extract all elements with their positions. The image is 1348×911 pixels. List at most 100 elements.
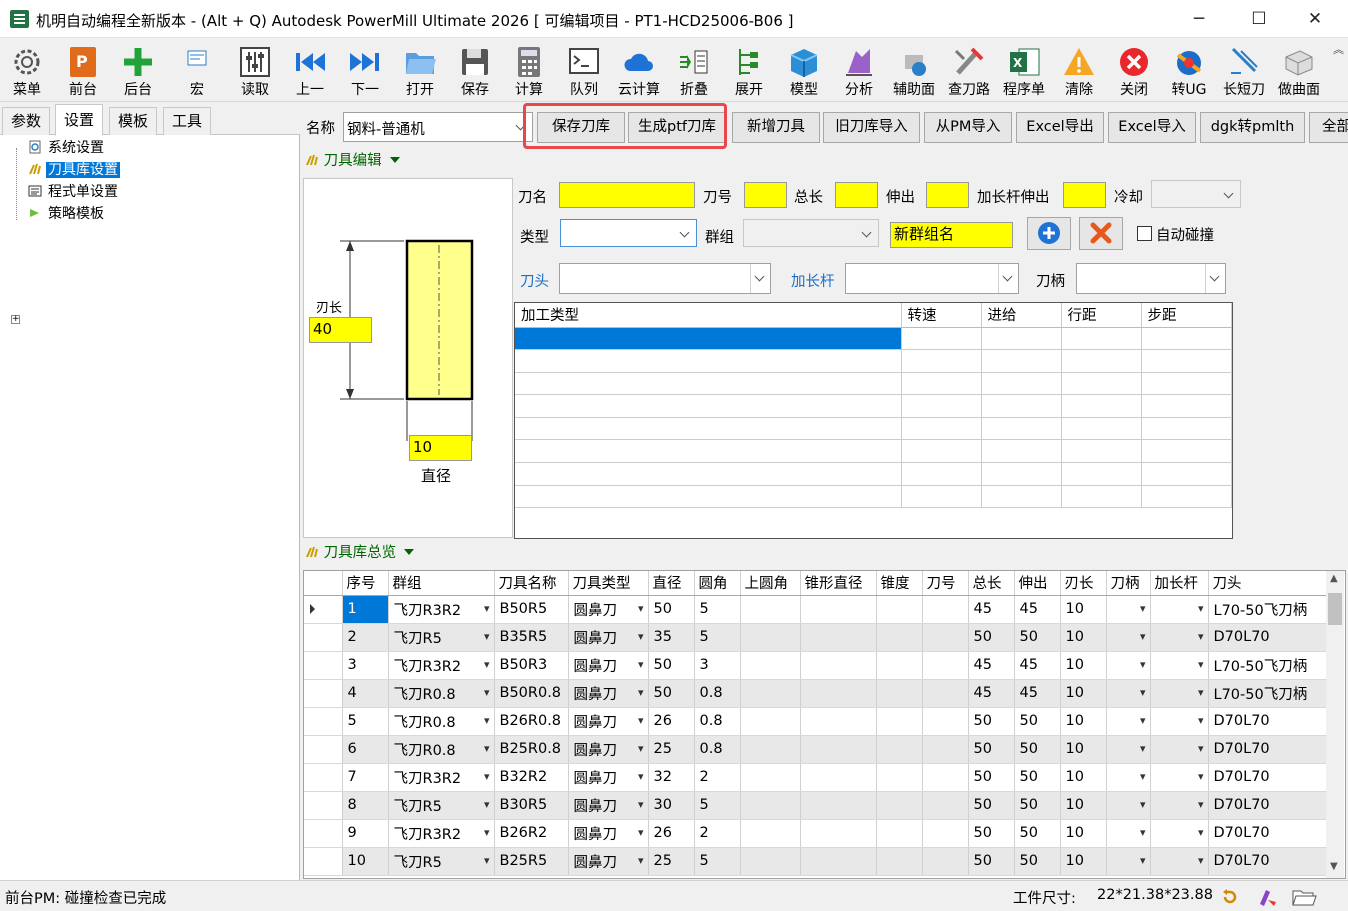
process-cell[interactable] [981, 417, 1062, 441]
toolbar-button-19[interactable]: X 程序单 [997, 42, 1051, 100]
table-cell[interactable]: D70L70 [1208, 763, 1329, 792]
table-cell[interactable]: 圆鼻刀 [568, 651, 649, 680]
toolbar-button-18[interactable]: 查刀路 [942, 42, 996, 100]
paint-tool-icon[interactable] [1256, 886, 1280, 908]
table-cell[interactable] [1106, 595, 1151, 624]
vertical-scrollbar[interactable]: ▲ ▼ [1326, 571, 1344, 878]
process-cell[interactable] [1061, 439, 1142, 464]
process-cell[interactable] [1061, 349, 1142, 373]
table-cell[interactable]: 2 [342, 623, 389, 652]
extension-select[interactable] [845, 263, 1019, 294]
row-header[interactable] [304, 819, 343, 848]
column-header[interactable]: 群组 [388, 571, 495, 596]
table-cell[interactable]: D70L70 [1208, 791, 1329, 820]
table-cell[interactable] [800, 791, 877, 820]
table-cell[interactable] [876, 679, 923, 708]
process-row[interactable] [515, 349, 1232, 373]
toolbar-button-17[interactable]: 辅助面 [887, 42, 941, 100]
table-cell[interactable] [876, 735, 923, 764]
table-cell[interactable]: B50R5 [494, 595, 569, 624]
stickout-input[interactable] [926, 182, 969, 208]
library-name-select[interactable]: 钢料-普通机 [343, 112, 533, 142]
process-cell[interactable] [1061, 394, 1142, 418]
table-cell[interactable]: 50 [1014, 791, 1061, 820]
table-cell[interactable]: 圆鼻刀 [568, 595, 649, 624]
toolbar-button-7[interactable]: 下一 [338, 42, 392, 100]
process-cell[interactable] [901, 417, 982, 441]
table-cell[interactable]: 5 [694, 847, 741, 876]
tree-expand-icon[interactable]: + [11, 315, 20, 324]
row-header[interactable] [304, 679, 343, 708]
scrollbar-thumb[interactable] [1328, 593, 1342, 625]
add-group-button[interactable] [1027, 217, 1071, 250]
process-cell[interactable] [515, 394, 902, 418]
column-header[interactable]: 刀具名称 [494, 571, 569, 596]
process-cell[interactable] [515, 417, 902, 441]
tip-label[interactable]: 刀头 [520, 270, 549, 291]
table-cell[interactable] [922, 651, 969, 680]
table-cell[interactable]: 25 [648, 735, 695, 764]
process-cell[interactable] [515, 462, 902, 486]
table-cell[interactable]: 2 [694, 819, 741, 848]
toolbar-button-3[interactable]: 后台 [111, 42, 165, 100]
column-header[interactable]: 刀号 [922, 571, 969, 596]
table-cell[interactable]: 10 [1060, 791, 1107, 820]
table-cell[interactable]: B26R0.8 [494, 707, 569, 736]
table-cell[interactable]: 50 [968, 623, 1015, 652]
table-cell[interactable]: 50 [968, 763, 1015, 792]
process-cell[interactable] [1061, 372, 1142, 396]
table-cell[interactable]: 35 [648, 623, 695, 652]
table-cell[interactable]: 10 [1060, 735, 1107, 764]
toolbar-button-14[interactable]: 展开 [722, 42, 776, 100]
excel-export-button[interactable]: Excel导出 [1016, 112, 1104, 143]
tab-tools[interactable]: 工具 [163, 107, 212, 135]
table-cell[interactable]: D70L70 [1208, 707, 1329, 736]
table-cell[interactable]: 45 [968, 651, 1015, 680]
table-cell[interactable]: 飞刀R3R2 [388, 763, 495, 792]
table-cell[interactable] [740, 791, 801, 820]
table-row[interactable]: 3飞刀R3R2B50R3圆鼻刀503454510L70-50飞刀柄 [304, 651, 1329, 680]
toolbar-button-23[interactable]: 长短刀 [1217, 42, 1271, 100]
table-cell[interactable] [922, 679, 969, 708]
table-cell[interactable]: 45 [968, 595, 1015, 624]
table-cell[interactable] [800, 623, 877, 652]
dgk-to-pmlth-button[interactable]: dgk转pmlth [1200, 112, 1305, 143]
table-cell[interactable]: 3 [694, 651, 741, 680]
column-header-process-type[interactable]: 加工类型 [515, 303, 902, 328]
column-header[interactable]: 序号 [342, 571, 389, 596]
table-cell[interactable]: B50R0.8 [494, 679, 569, 708]
table-cell[interactable] [1106, 819, 1151, 848]
table-cell[interactable] [1106, 707, 1151, 736]
table-cell[interactable]: D70L70 [1208, 735, 1329, 764]
table-row[interactable]: 1飞刀R3R2B50R5圆鼻刀505454510L70-50飞刀柄 [304, 595, 1329, 624]
process-row[interactable] [515, 417, 1232, 441]
table-cell[interactable]: 8 [342, 791, 389, 820]
table-cell[interactable]: 圆鼻刀 [568, 679, 649, 708]
table-cell[interactable]: 9 [342, 819, 389, 848]
table-cell[interactable]: 10 [1060, 707, 1107, 736]
table-cell[interactable] [740, 679, 801, 708]
tree-item-tool-library-settings[interactable]: 刀具库设置 [28, 160, 120, 180]
table-cell[interactable] [1150, 819, 1209, 848]
import-from-pm-button[interactable]: 从PM导入 [924, 112, 1012, 143]
table-cell[interactable] [876, 819, 923, 848]
toolbar-button-6[interactable]: 上一 [283, 42, 337, 100]
table-cell[interactable] [740, 763, 801, 792]
process-row[interactable] [515, 327, 1232, 351]
column-header[interactable]: 刃长 [1060, 571, 1107, 596]
row-header[interactable] [304, 595, 343, 624]
add-tool-button[interactable]: 新增刀具 [732, 112, 820, 143]
column-header-feed[interactable]: 进给 [981, 303, 1062, 328]
column-header-stepover[interactable]: 行距 [1061, 303, 1142, 328]
table-cell[interactable] [922, 763, 969, 792]
toolbar-button-5[interactable]: 读取 [228, 42, 282, 100]
process-cell[interactable] [1061, 462, 1142, 486]
table-cell[interactable] [1106, 623, 1151, 652]
table-cell[interactable]: 7 [342, 763, 389, 792]
table-cell[interactable] [800, 707, 877, 736]
process-cell[interactable] [1141, 349, 1232, 373]
table-cell[interactable]: 50 [968, 819, 1015, 848]
minimize-button[interactable]: ─ [1176, 0, 1222, 38]
table-cell[interactable] [740, 651, 801, 680]
table-cell[interactable]: B50R3 [494, 651, 569, 680]
